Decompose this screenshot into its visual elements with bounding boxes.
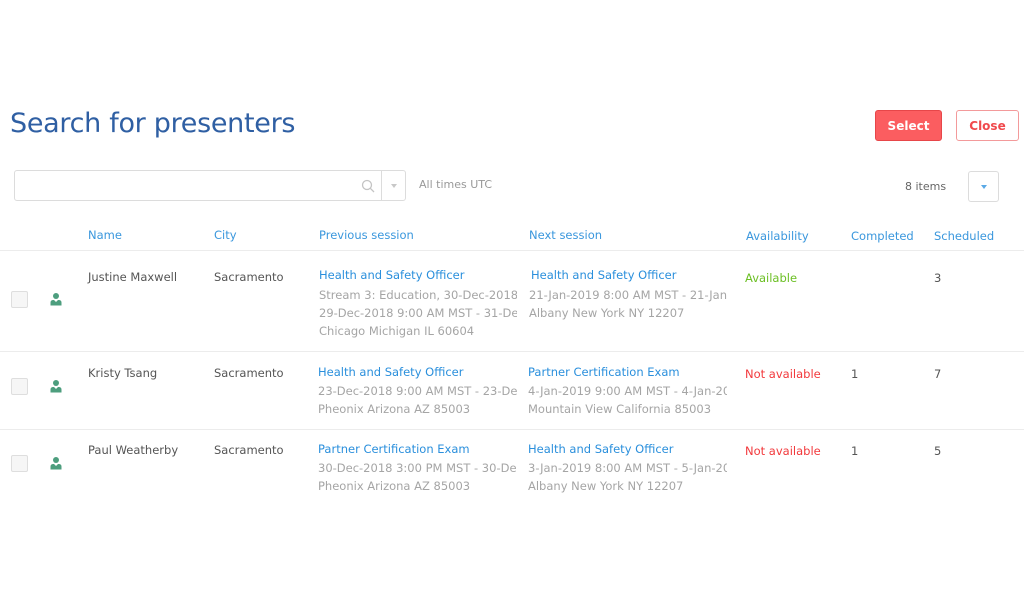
search-input[interactable]: [15, 171, 355, 200]
presenter-name: Kristy Tsang: [88, 366, 158, 380]
presenter-city: Sacramento: [214, 443, 284, 457]
next-session-time: 21-Jan-2019 8:00 AM MST - 21-Jan-20: [529, 288, 727, 302]
presenter-name: Paul Weatherby: [88, 443, 179, 457]
presenter-name: Justine Maxwell: [88, 270, 178, 284]
scheduled-count: 5: [934, 444, 942, 458]
person-icon: [50, 293, 62, 306]
previous-session-link[interactable]: Health and Safety Officer: [318, 365, 463, 379]
completed-count: 1: [851, 367, 859, 381]
next-session-link[interactable]: Partner Certification Exam: [528, 365, 680, 379]
availability-status: Available: [745, 271, 798, 285]
previous-session-link[interactable]: Partner Certification Exam: [318, 442, 470, 456]
page-title: Search for presenters: [10, 108, 296, 139]
presenter-city: Sacramento: [214, 366, 284, 380]
previous-session-time: 29-Dec-2018 9:00 AM MST - 31-Dec-2: [319, 306, 517, 320]
next-session-location: Albany New York NY 12207: [528, 479, 684, 493]
previous-session-link[interactable]: Health and Safety Officer: [319, 268, 464, 282]
previous-session-time: 23-Dec-2018 9:00 AM MST - 23-Dec-2: [318, 384, 517, 398]
person-icon: [50, 380, 62, 393]
row-checkbox[interactable]: [11, 455, 28, 472]
previous-session-location: Pheonix Arizona AZ 85003: [318, 479, 471, 493]
row-checkbox[interactable]: [11, 378, 28, 395]
item-count: 8 items: [905, 180, 947, 193]
availability-status: Not available: [745, 444, 821, 458]
availability-status: Not available: [745, 367, 821, 381]
column-header-name[interactable]: Name: [88, 228, 122, 242]
presenter-city: Sacramento: [214, 270, 284, 284]
header-divider: [0, 250, 1024, 251]
scheduled-count: 3: [934, 271, 942, 285]
next-session-location: Albany New York NY 12207: [529, 306, 685, 320]
scheduled-count: 7: [934, 367, 942, 381]
next-session-link[interactable]: Health and Safety Officer: [528, 442, 673, 456]
close-button[interactable]: Close: [956, 110, 1019, 141]
search-options-dropdown[interactable]: [381, 171, 405, 200]
row-divider: [0, 351, 1024, 352]
select-button[interactable]: Select: [875, 110, 942, 141]
row-divider: [0, 429, 1024, 430]
column-header-scheduled[interactable]: Scheduled: [934, 229, 994, 243]
person-icon: [50, 457, 62, 470]
column-header-previous-session[interactable]: Previous session: [319, 228, 414, 242]
chevron-down-icon: [390, 183, 397, 188]
previous-session-detail: Stream 3: Education, 30-Dec-2018 9:: [319, 288, 517, 302]
next-session-time: 3-Jan-2019 8:00 AM MST - 5-Jan-2019: [528, 461, 727, 475]
completed-count: 1: [851, 444, 859, 458]
chevron-down-icon: [980, 184, 987, 189]
next-session-link[interactable]: Health and Safety Officer: [531, 268, 676, 282]
previous-session-location: Pheonix Arizona AZ 85003: [318, 402, 471, 416]
column-header-next-session[interactable]: Next session: [529, 228, 602, 242]
next-session-location: Mountain View California 85003: [528, 402, 712, 416]
column-header-availability[interactable]: Availability: [746, 229, 809, 243]
list-options-dropdown[interactable]: [968, 171, 999, 202]
next-session-time: 4-Jan-2019 9:00 AM MST - 4-Jan-2019: [528, 384, 727, 398]
search-box: [14, 170, 406, 201]
column-header-city[interactable]: City: [214, 228, 237, 242]
row-checkbox[interactable]: [11, 291, 28, 308]
previous-session-location: Chicago Michigan IL 60604: [319, 324, 475, 338]
timezone-note: All times UTC: [419, 178, 493, 191]
column-header-completed[interactable]: Completed: [851, 229, 914, 243]
search-icon[interactable]: [355, 171, 381, 200]
previous-session-time: 30-Dec-2018 3:00 PM MST - 30-Dec-2: [318, 461, 517, 475]
